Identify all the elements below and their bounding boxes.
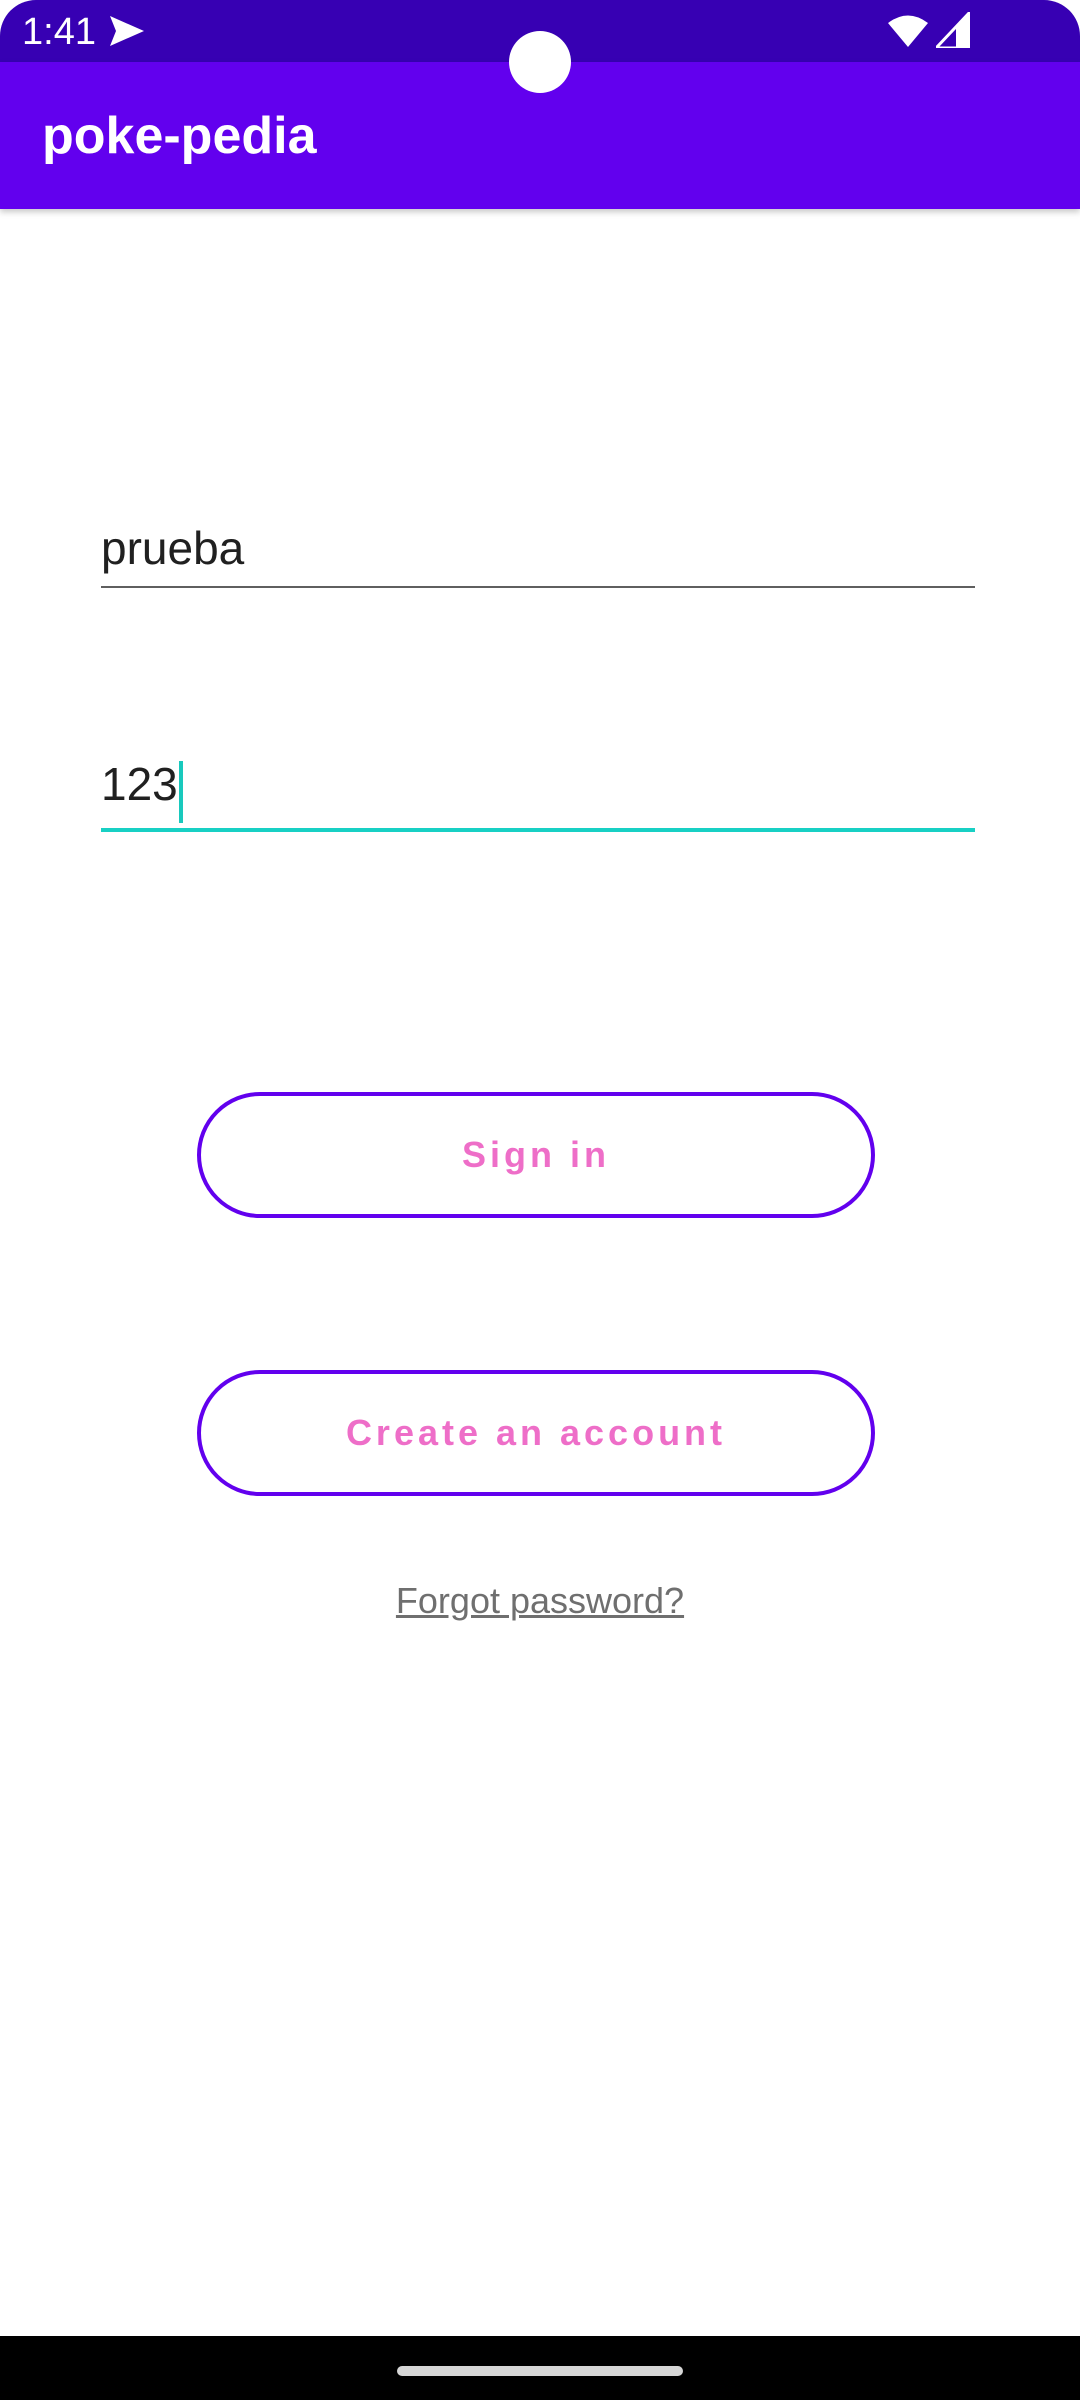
sign-in-button[interactable]: Sign in bbox=[197, 1092, 875, 1218]
sign-in-label: Sign in bbox=[462, 1134, 610, 1175]
send-icon bbox=[110, 16, 144, 46]
status-time: 1:41 bbox=[22, 11, 96, 53]
text-cursor bbox=[178, 760, 183, 823]
forgot-password-link[interactable]: Forgot password? bbox=[0, 1577, 1080, 1625]
username-field[interactable]: prueba bbox=[101, 520, 975, 588]
username-underline bbox=[101, 586, 975, 588]
password-field[interactable]: 123 bbox=[101, 756, 975, 832]
password-value: 123 bbox=[101, 758, 178, 810]
password-underline bbox=[101, 828, 975, 832]
camera-cutout bbox=[509, 31, 571, 93]
home-indicator[interactable] bbox=[397, 2366, 683, 2376]
app-title: poke-pedia bbox=[42, 107, 317, 165]
create-account-label: Create an account bbox=[345, 1412, 727, 1453]
username-value: prueba bbox=[101, 522, 245, 574]
create-account-button[interactable]: Create an account bbox=[197, 1370, 875, 1496]
signal-icon bbox=[936, 12, 970, 48]
login-screen: 1:41 poke-pedia prueba 123 Sign in Creat… bbox=[0, 0, 1080, 2400]
wifi-icon bbox=[888, 15, 928, 47]
navigation-bar bbox=[0, 2336, 1080, 2400]
